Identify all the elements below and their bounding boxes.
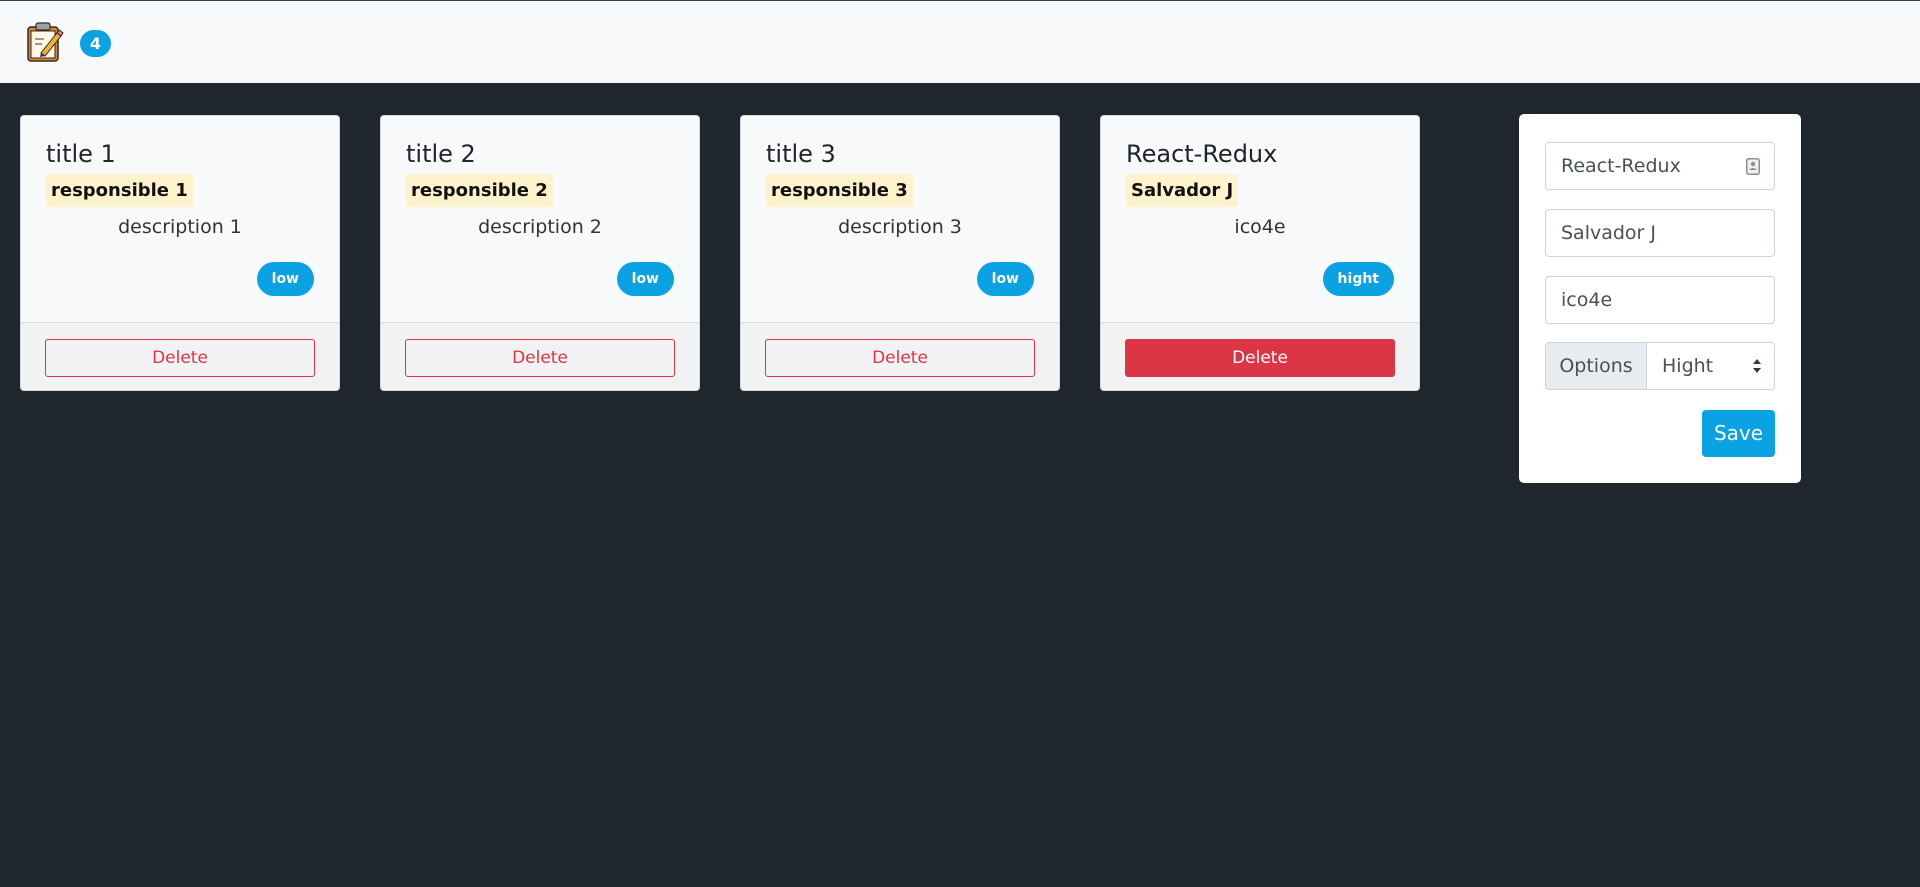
contact-card-icon[interactable] bbox=[1746, 158, 1760, 175]
priority-badge: low bbox=[976, 262, 1034, 296]
priority-badge: low bbox=[616, 262, 674, 296]
delete-button[interactable]: Delete bbox=[405, 339, 675, 377]
task-title: React-Redux bbox=[1126, 140, 1278, 168]
priority-select-value: Hight bbox=[1662, 355, 1714, 377]
task-title: title 3 bbox=[766, 140, 836, 168]
delete-button[interactable]: Delete bbox=[1125, 339, 1395, 377]
priority-badge: low bbox=[256, 262, 314, 296]
delete-button[interactable]: Delete bbox=[765, 339, 1035, 377]
task-title: title 1 bbox=[46, 140, 116, 168]
task-card-body: title 2 responsible 2 description 2 low bbox=[381, 116, 699, 322]
select-arrows-icon bbox=[1753, 359, 1761, 373]
task-form: React-Redux Salvador J ico4e Options Hig… bbox=[1519, 114, 1801, 483]
task-card-footer: Delete bbox=[21, 322, 339, 390]
task-count-badge: 4 bbox=[80, 30, 111, 57]
task-card-body: React-Redux Salvador J ico4e hight bbox=[1101, 116, 1419, 322]
priority-select[interactable]: Hight bbox=[1647, 343, 1774, 389]
task-card-body: title 3 responsible 3 description 3 low bbox=[741, 116, 1059, 322]
description-input-value: ico4e bbox=[1561, 289, 1613, 311]
task-description: description 3 bbox=[838, 216, 962, 238]
task-card-footer: Delete bbox=[1101, 322, 1419, 390]
task-description: ico4e bbox=[1234, 216, 1286, 238]
task-card-footer: Delete bbox=[741, 322, 1059, 390]
task-card: title 1 responsible 1 description 1 low … bbox=[20, 115, 340, 391]
task-description: description 1 bbox=[118, 216, 242, 238]
clipboard-pencil-icon[interactable] bbox=[26, 21, 64, 63]
responsible-input-value: Salvador J bbox=[1561, 222, 1657, 244]
title-input-value: React-Redux bbox=[1561, 155, 1681, 177]
task-card: React-Redux Salvador J ico4e hight Delet… bbox=[1100, 115, 1420, 391]
priority-input-group: Options Hight bbox=[1545, 342, 1775, 390]
task-card-body: title 1 responsible 1 description 1 low bbox=[21, 116, 339, 322]
task-responsible: responsible 3 bbox=[766, 174, 913, 207]
task-responsible: Salvador J bbox=[1126, 174, 1239, 207]
priority-badge: hight bbox=[1322, 262, 1394, 296]
task-card: title 2 responsible 2 description 2 low … bbox=[380, 115, 700, 391]
description-input[interactable]: ico4e bbox=[1545, 276, 1775, 324]
responsible-input[interactable]: Salvador J bbox=[1545, 209, 1775, 257]
save-button[interactable]: Save bbox=[1702, 410, 1775, 457]
delete-button[interactable]: Delete bbox=[45, 339, 315, 377]
options-label: Options bbox=[1546, 343, 1647, 389]
task-card-footer: Delete bbox=[381, 322, 699, 390]
navbar: 4 bbox=[0, 0, 1920, 84]
task-responsible: responsible 2 bbox=[406, 174, 553, 207]
title-input[interactable]: React-Redux bbox=[1545, 142, 1775, 190]
task-title: title 2 bbox=[406, 140, 476, 168]
task-description: description 2 bbox=[478, 216, 602, 238]
task-responsible: responsible 1 bbox=[46, 174, 193, 207]
task-card: title 3 responsible 3 description 3 low … bbox=[740, 115, 1060, 391]
